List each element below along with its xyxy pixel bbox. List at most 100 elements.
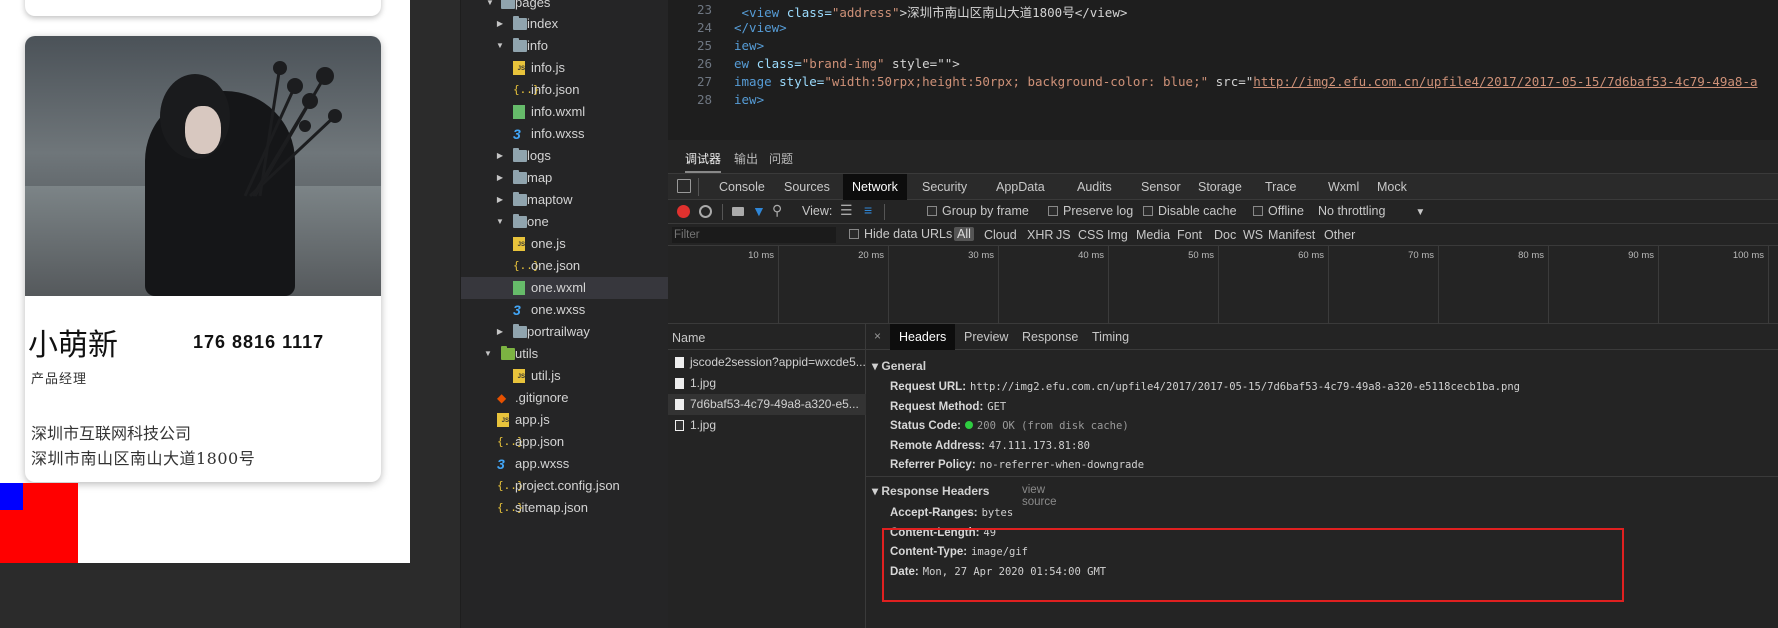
code-editor[interactable]: 23 <view class="address">深圳市南山区南山大道1800号…: [668, 0, 1778, 140]
name-column-header[interactable]: Name: [668, 324, 866, 350]
code-line[interactable]: ew class="brand-img" style="">: [734, 56, 960, 71]
code-line[interactable]: <view class="address">深圳市南山区南山大道1800号</v…: [734, 2, 1128, 21]
tab-audits[interactable]: Audits: [1068, 174, 1121, 200]
clear-icon[interactable]: [699, 205, 712, 218]
file-tree-item[interactable]: info.wxml: [461, 101, 669, 123]
request-row[interactable]: jscode2session?appid=wxcde5...: [668, 352, 866, 373]
filter-type-xhr[interactable]: XHR: [1027, 228, 1053, 242]
file-tree-item[interactable]: {..} project.config.json: [461, 475, 669, 497]
detail-tab-timing[interactable]: Timing: [1083, 324, 1138, 350]
code-line[interactable]: iew>: [734, 38, 764, 53]
chevron-down-icon[interactable]: ▼: [485, 0, 495, 14]
filter-type-css[interactable]: CSS: [1078, 228, 1104, 242]
filter-type-font[interactable]: Font: [1177, 228, 1202, 242]
filter-type-manifest[interactable]: Manifest: [1268, 228, 1315, 242]
filter-type-js[interactable]: JS: [1056, 228, 1071, 242]
tab-appdata[interactable]: AppData: [987, 174, 1054, 200]
file-tree-item[interactable]: ◆ .gitignore: [461, 387, 669, 409]
group-by-frame-checkbox[interactable]: Group by frame: [927, 204, 1029, 218]
file-tree-item[interactable]: ▼ info: [461, 35, 669, 57]
request-row[interactable]: 7d6baf53-4c79-49a8-a320-e5...: [668, 394, 866, 415]
request-row[interactable]: 1.jpg: [668, 373, 866, 394]
response-headers-title[interactable]: ▾ Response Headers view source: [872, 484, 1057, 508]
chevron-right-icon[interactable]: ▶: [495, 189, 505, 211]
code-line[interactable]: image style="width:50rpx;height:50rpx; b…: [734, 74, 1758, 89]
file-tree-item[interactable]: {..} sitemap.json: [461, 497, 669, 519]
file-tree-item[interactable]: 3 info.wxss: [461, 123, 669, 145]
code-link[interactable]: http://img2.efu.com.cn/upfile4/2017/2017…: [1253, 74, 1757, 89]
code-line[interactable]: </view>: [734, 20, 787, 35]
tab-network[interactable]: Network: [843, 174, 907, 200]
file-tree-item[interactable]: {..} app.json: [461, 431, 669, 453]
file-tree-item[interactable]: ▶ portrailway: [461, 321, 669, 343]
offline-checkbox[interactable]: Offline: [1253, 204, 1304, 218]
file-tree-item[interactable]: JS one.js: [461, 233, 669, 255]
chevron-down-icon[interactable]: ▼: [483, 343, 493, 365]
search-icon[interactable]: ⚲: [772, 202, 782, 219]
file-tree-item[interactable]: ▼ one: [461, 211, 669, 233]
tab-storage[interactable]: Storage: [1189, 174, 1251, 200]
chevron-right-icon[interactable]: ▶: [495, 167, 505, 189]
filter-type-img[interactable]: Img: [1107, 228, 1128, 242]
filter-type-all[interactable]: All: [954, 227, 974, 241]
close-icon[interactable]: ×: [874, 329, 881, 343]
filter-type-cloud[interactable]: Cloud: [984, 228, 1017, 242]
file-icon: [675, 420, 684, 431]
code-line[interactable]: iew>: [734, 92, 764, 107]
header-row: Request Method: GET: [890, 401, 1006, 413]
filter-type-media[interactable]: Media: [1136, 228, 1170, 242]
throttling-select[interactable]: No throttling ▼: [1318, 204, 1425, 218]
file-tree-item[interactable]: ▶ maptow: [461, 189, 669, 211]
detail-tab-headers[interactable]: Headers: [890, 324, 956, 350]
chevron-down-icon[interactable]: ▼: [495, 211, 505, 233]
large-rows-icon[interactable]: ☰: [840, 202, 853, 219]
preserve-log-checkbox[interactable]: Preserve log: [1048, 204, 1133, 218]
record-icon[interactable]: [677, 205, 690, 218]
detail-tab-response[interactable]: Response: [1013, 324, 1087, 350]
chevron-down-icon[interactable]: ▼: [495, 35, 505, 57]
chevron-down-icon: ▼: [1415, 207, 1426, 218]
tab-problems[interactable]: 问题: [769, 150, 793, 167]
filter-type-doc[interactable]: Doc: [1214, 228, 1236, 242]
card-phone[interactable]: 176 8816 1117: [193, 332, 324, 353]
view-source-link[interactable]: view source: [1022, 484, 1057, 508]
tab-wxml[interactable]: Wxml: [1319, 174, 1368, 200]
chevron-right-icon[interactable]: ▶: [495, 13, 505, 35]
tab-console[interactable]: Console: [710, 174, 774, 200]
chevron-right-icon[interactable]: ▶: [495, 321, 505, 343]
file-tree-item[interactable]: JS app.js: [461, 409, 669, 431]
tab-mock[interactable]: Mock: [1368, 174, 1416, 200]
file-tree-item[interactable]: 3 app.wxss: [461, 453, 669, 475]
filter-type-ws[interactable]: WS: [1243, 228, 1263, 242]
tab-trace[interactable]: Trace: [1256, 174, 1306, 200]
file-tree-item[interactable]: ▼ utils: [461, 343, 669, 365]
filter-input[interactable]: [672, 227, 836, 243]
brand-image-blue: [0, 483, 23, 510]
chevron-right-icon[interactable]: ▶: [495, 145, 505, 167]
file-tree-item[interactable]: ▶ logs: [461, 145, 669, 167]
file-tree-item[interactable]: ▼ pages: [461, 0, 669, 14]
filter-icon[interactable]: ▼: [752, 203, 766, 219]
filter-type-other[interactable]: Other: [1324, 228, 1355, 242]
file-tree-item[interactable]: {..} info.json: [461, 79, 669, 101]
general-section-title[interactable]: ▾ General: [872, 359, 926, 373]
tab-security[interactable]: Security: [913, 174, 976, 200]
hide-data-urls-checkbox[interactable]: Hide data URLs: [849, 227, 952, 241]
inspect-element-icon[interactable]: [677, 179, 691, 193]
tab-debugger[interactable]: 调试器: [685, 150, 722, 173]
file-tree-item[interactable]: JS info.js: [461, 57, 669, 79]
tab-output[interactable]: 输出: [734, 150, 758, 167]
file-tree-item[interactable]: {..} one.json: [461, 255, 669, 277]
file-tree-item[interactable]: ▶ map: [461, 167, 669, 189]
file-tree-item[interactable]: ▶ index: [461, 13, 669, 35]
detail-tab-preview[interactable]: Preview: [955, 324, 1017, 350]
waterfall-icon[interactable]: ≡: [864, 202, 872, 218]
file-tree-item[interactable]: JS util.js: [461, 365, 669, 387]
file-tree-item[interactable]: one.wxml: [461, 277, 669, 299]
file-tree-item[interactable]: 3 one.wxss: [461, 299, 669, 321]
disable-cache-checkbox[interactable]: Disable cache: [1143, 204, 1237, 218]
tab-sources[interactable]: Sources: [775, 174, 839, 200]
screenshot-icon[interactable]: [732, 207, 744, 216]
tab-sensor[interactable]: Sensor: [1132, 174, 1190, 200]
request-row[interactable]: 1.jpg: [668, 415, 866, 436]
